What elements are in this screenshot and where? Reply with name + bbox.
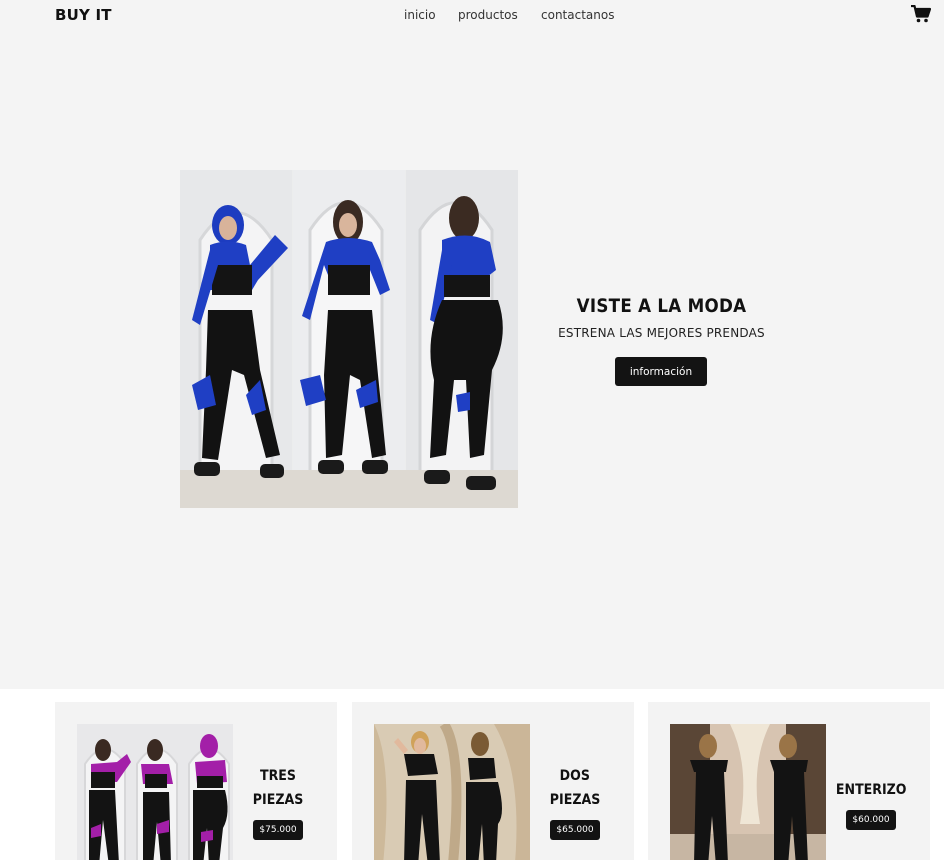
nav-link-inicio[interactable]: inicio: [404, 8, 436, 22]
product-card-tres-piezas[interactable]: TRES PIEZAS $75.000: [55, 702, 337, 860]
product-image: [670, 724, 826, 860]
hero-image: [180, 170, 518, 508]
product-info: DOS PIEZAS $65.000: [532, 702, 618, 860]
hero-text-block: VISTE A LA MODA ESTRENA LAS MEJORES PREN…: [540, 295, 783, 340]
product-image: [77, 724, 233, 860]
product-name-line2: PIEZAS: [549, 792, 601, 808]
product-name-line2: PIEZAS: [252, 792, 304, 808]
shopping-cart-icon[interactable]: [911, 4, 932, 23]
price-badge[interactable]: $75.000: [253, 820, 303, 840]
product-name-line1: TRES: [259, 768, 296, 784]
hero-subtitle: ESTRENA LAS MEJORES PRENDAS: [558, 326, 765, 340]
product-info: ENTERIZO $60.000: [828, 702, 914, 860]
product-name: ENTERIZO: [835, 782, 907, 798]
price-badge[interactable]: $65.000: [550, 820, 600, 840]
nav-link-contactanos[interactable]: contactanos: [541, 8, 614, 22]
page: BUY IT inicio productos contactanos VIST…: [0, 0, 944, 860]
price-badge[interactable]: $60.000: [846, 810, 896, 830]
product-info: TRES PIEZAS $75.000: [235, 702, 321, 860]
product-name-line1: DOS: [559, 768, 591, 784]
product-image: [374, 724, 530, 860]
product-card-dos-piezas[interactable]: DOS PIEZAS $65.000: [352, 702, 634, 860]
info-button[interactable]: información: [615, 357, 707, 386]
main-nav: inicio productos contactanos: [0, 8, 944, 28]
product-card-enterizo[interactable]: ENTERIZO $60.000: [648, 702, 930, 860]
nav-link-productos[interactable]: productos: [458, 8, 518, 22]
hero-title: VISTE A LA MODA: [576, 295, 747, 317]
